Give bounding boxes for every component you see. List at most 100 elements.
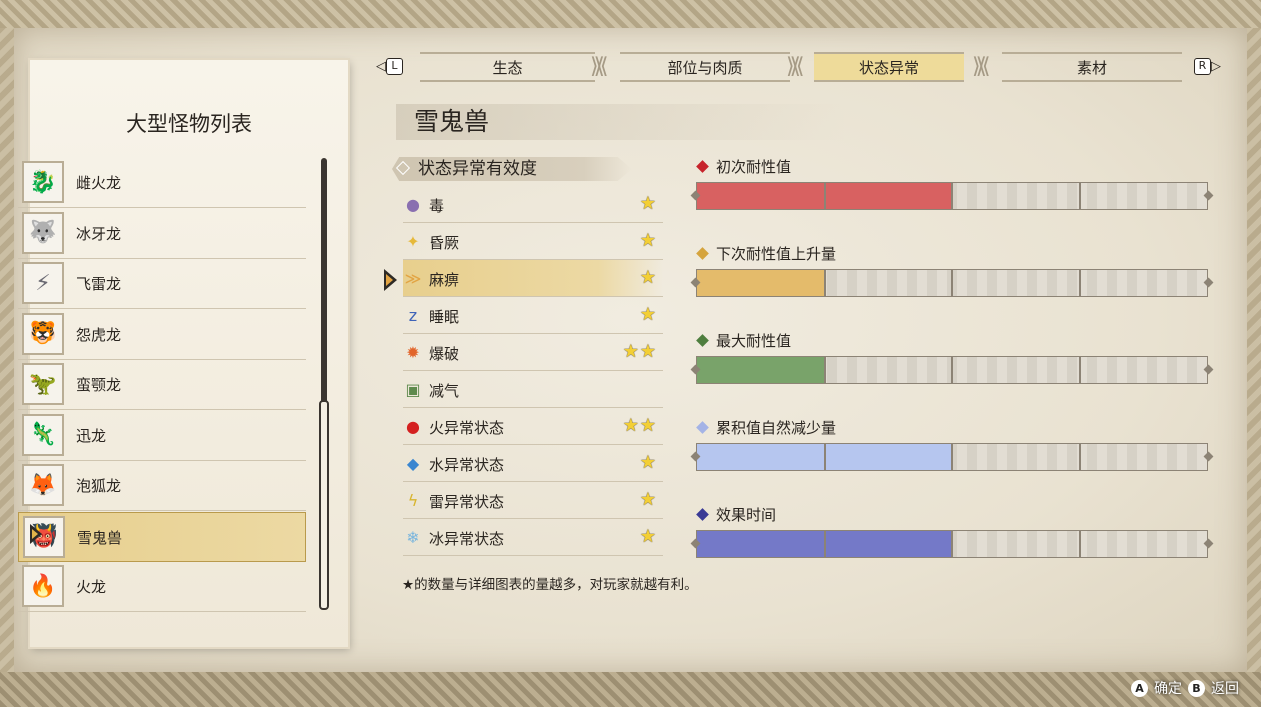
scroll-thumb[interactable] (319, 400, 329, 610)
blast-icon: ✹ (406, 343, 420, 362)
tab-status[interactable]: 状态异常 (814, 52, 964, 82)
row-selection-arrow-highlight (386, 274, 393, 286)
thunderblight-icon: ϟ (407, 491, 419, 510)
bar-divider (823, 357, 826, 383)
monster-portrait-icon: 🐉 (22, 161, 64, 203)
tab-left-key: L (386, 58, 403, 75)
status-row[interactable]: z 睡眠 ★ (403, 297, 663, 334)
diamond-icon (696, 507, 709, 521)
status-row[interactable]: ❄ 冰异常状态 ★ (403, 519, 663, 556)
monster-list-item[interactable]: 🦊 泡狐龙 (18, 461, 306, 511)
diamond-icon (696, 246, 709, 260)
bar-fill (697, 357, 825, 383)
monster-list-item[interactable]: 🔥 火龙 (18, 562, 306, 612)
effectiveness-stars: ★ (639, 267, 657, 288)
resistance-bar-block: 初次耐性值 (690, 154, 1214, 210)
tab-next[interactable]: R ▷ (1194, 58, 1221, 75)
status-name: 毒 (429, 197, 445, 215)
bar-divider (951, 531, 953, 557)
monster-name: 泡狐龙 (76, 477, 122, 495)
status-row[interactable]: ≫ 麻痹 ★ (403, 260, 663, 297)
bar-divider (951, 444, 953, 470)
stun-icon: ✦ (406, 232, 420, 251)
effectiveness-stars: ★ (639, 526, 657, 547)
effectiveness-stars: ★ (639, 230, 657, 251)
tab-ecology[interactable]: 生态 (420, 52, 595, 82)
status-row[interactable]: ◆ 水异常状态 ★ (403, 445, 663, 482)
tab-materials-label: 素材 (1076, 58, 1107, 77)
bar-divider (1078, 444, 1081, 470)
bar-label: 效果时间 (696, 502, 1211, 526)
monster-name: 雪鬼兽 (77, 528, 123, 547)
status-row[interactable]: ✦ 昏厥 ★ (403, 223, 663, 260)
bar-label: 下次耐性值上升量 (696, 241, 1211, 265)
bar-divider (823, 270, 826, 296)
poison-icon: ● (406, 195, 420, 214)
bar-divider (951, 357, 953, 383)
bar-divider (1078, 270, 1081, 296)
monster-list-item[interactable]: 👹 雪鬼兽 (18, 511, 306, 562)
tab-separator-icon: ⟫⟪ (786, 54, 805, 79)
resistance-bar-block: 效果时间 (690, 502, 1214, 558)
tab-separator-icon: ⟫⟪ (590, 54, 609, 79)
bar-track (690, 269, 1214, 297)
tab-separator-icon: ⟫⟪ (972, 54, 991, 79)
effectiveness-stars: ★ (639, 304, 657, 325)
diamond-icon (696, 159, 709, 173)
status-row[interactable]: ϟ 雷异常状态 ★ (403, 482, 663, 519)
footnote: ★的数量与详细图表的量越多，对玩家就越有利。 (402, 577, 698, 593)
panel-title: 大型怪物列表 (126, 112, 252, 136)
tab-parts[interactable]: 部位与肉质 (620, 52, 790, 82)
bar-label-text: 最大耐性值 (716, 331, 792, 350)
bar-divider (823, 183, 826, 209)
fireblight-icon: ● (406, 417, 420, 436)
status-row[interactable]: ● 毒 ★ (403, 186, 663, 223)
monster-list-item[interactable]: 🦎 迅龙 (18, 411, 306, 461)
bar-divider (1078, 183, 1081, 209)
status-name: 冰异常状态 (429, 530, 505, 548)
selection-arrow-highlight (32, 529, 38, 539)
status-row[interactable]: ● 火异常状态 ★★ (403, 408, 663, 445)
status-name: 麻痹 (429, 271, 460, 289)
monster-list-item[interactable]: 🐉 雌火龙 (18, 158, 306, 208)
bar-track (690, 182, 1214, 210)
diamond-icon (696, 420, 709, 434)
paralysis-icon: ≫ (404, 269, 422, 288)
iceblight-icon: ❄ (406, 528, 420, 547)
status-name: 减气 (429, 382, 460, 400)
bar-label-text: 下次耐性值上升量 (716, 244, 837, 263)
bar-divider (951, 183, 953, 209)
monster-list-item[interactable]: 🐺 冰牙龙 (18, 209, 306, 259)
bar-label: 初次耐性值 (696, 154, 1211, 178)
status-row[interactable]: ▣ 减气 (403, 371, 663, 408)
sleep-icon: z (408, 306, 418, 325)
tab-prev[interactable]: ◁ L (376, 58, 403, 75)
tab-materials[interactable]: 素材 (1002, 52, 1182, 82)
resistance-bar-block: 下次耐性值上升量 (690, 241, 1214, 297)
effectiveness-stars: ★★ (622, 341, 657, 362)
monster-list-item[interactable]: 🐯 怨虎龙 (18, 310, 306, 360)
confirm-button[interactable]: 确定 (1154, 678, 1182, 698)
bar-label: 累积值自然减少量 (696, 415, 1211, 439)
effectiveness-stars: ★ (639, 193, 657, 214)
status-name: 睡眠 (429, 308, 460, 326)
b-button-icon: B (1188, 679, 1205, 697)
monster-list-item[interactable]: ⚡ 飞雷龙 (18, 259, 306, 309)
monster-portrait-icon: 🐺 (22, 211, 64, 254)
bar-track (690, 443, 1214, 471)
monster-portrait-icon: ⚡ (22, 262, 64, 304)
tab-parts-label: 部位与肉质 (667, 58, 743, 77)
monster-portrait-icon: 🦖 (22, 363, 64, 405)
top-border (0, 0, 1261, 28)
arrow-right-icon: ▷ (1211, 59, 1221, 74)
exhaust-icon: ▣ (405, 380, 421, 399)
button-prompts: A 确定 B 返回 (1131, 678, 1239, 698)
status-row[interactable]: ✹ 爆破 ★★ (403, 334, 663, 371)
bar-fill (697, 270, 825, 296)
tab-status-label: 状态异常 (858, 58, 919, 77)
monster-list-item[interactable]: 🦖 蛮颚龙 (18, 360, 306, 410)
bottom-border (0, 672, 1261, 707)
back-button[interactable]: 返回 (1211, 678, 1239, 698)
bar-divider (823, 531, 826, 557)
monster-portrait-icon: 🦎 (22, 413, 64, 456)
